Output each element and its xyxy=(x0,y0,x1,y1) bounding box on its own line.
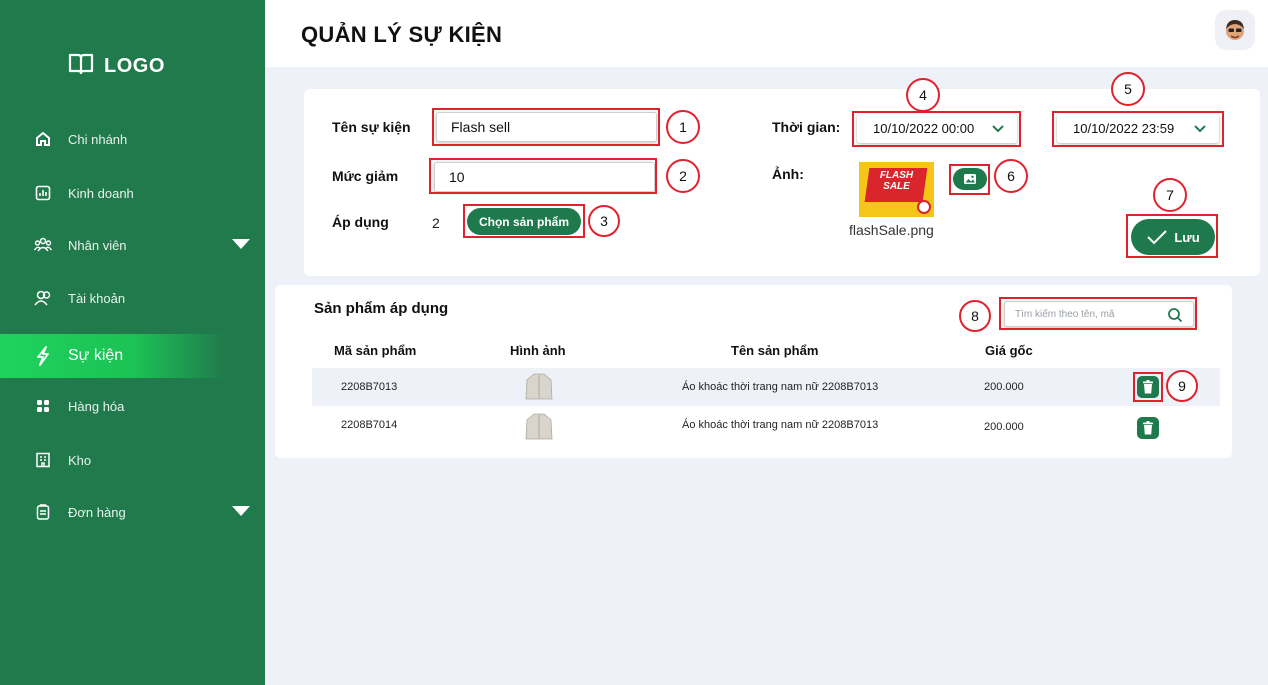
annotation-badge: 8 xyxy=(959,300,991,332)
sidebar-item-hang-hoa[interactable]: Hàng hóa xyxy=(0,386,265,426)
product-code: 2208B7014 xyxy=(341,419,398,431)
sidebar-item-label: Tài khoản xyxy=(68,290,126,306)
annotation-badge: 7 xyxy=(1153,178,1187,212)
account-icon xyxy=(34,289,52,307)
annotation-box xyxy=(999,297,1197,330)
grid-icon xyxy=(34,397,52,415)
product-price: 200.000 xyxy=(984,421,1024,433)
apply-label: Áp dụng xyxy=(332,214,389,230)
caret-down-icon[interactable] xyxy=(232,239,250,249)
sidebar-item-label: Kinh doanh xyxy=(68,185,134,201)
trash-icon xyxy=(1143,421,1153,435)
delete-button[interactable] xyxy=(1137,417,1159,439)
annotation-badge: 2 xyxy=(666,159,700,193)
image-filename: flashSale.png xyxy=(849,222,934,238)
annotation-box xyxy=(852,111,1021,147)
clipboard-icon xyxy=(34,503,52,521)
logo[interactable]: LOGO xyxy=(68,52,165,81)
sidebar-item-kho[interactable]: Kho xyxy=(0,440,265,480)
event-name-label: Tên sự kiện xyxy=(332,119,411,135)
time-label: Thời gian: xyxy=(772,119,841,135)
home-icon xyxy=(34,130,52,148)
product-thumbnail xyxy=(525,413,553,440)
building-icon xyxy=(34,451,52,469)
users-icon xyxy=(34,236,52,254)
annotation-box xyxy=(1126,214,1218,258)
column-header: Mã sản phẩm xyxy=(334,343,417,358)
sidebar-item-tai-khoan[interactable]: Tài khoản xyxy=(0,278,265,318)
avatar[interactable] xyxy=(1215,10,1255,50)
discount-label: Mức giảm xyxy=(332,168,399,184)
image-label: Ảnh: xyxy=(772,166,804,182)
sidebar-item-label: Chi nhánh xyxy=(68,131,128,147)
column-header: Giá gốc xyxy=(985,343,1033,358)
sidebar: LOGO Chi nhánh Kinh doanh Nhân viên Tài … xyxy=(0,0,265,685)
apply-count: 2 xyxy=(432,215,440,231)
logo-text: LOGO xyxy=(104,55,165,77)
flash-sale-image: FLASH SALE xyxy=(859,162,934,217)
sidebar-item-label: Kho xyxy=(68,452,92,468)
annotation-box xyxy=(463,204,585,238)
annotation-box xyxy=(1133,372,1163,402)
sidebar-item-label: Đơn hàng xyxy=(68,504,126,520)
sidebar-item-don-hang[interactable]: Đơn hàng xyxy=(0,492,265,532)
sidebar-item-su-kien[interactable]: Sự kiện xyxy=(0,334,225,378)
annotation-box xyxy=(429,158,657,194)
sidebar-item-label: Hàng hóa xyxy=(68,398,125,414)
product-name: Áo khoác thời trang nam nữ 2208B7013 xyxy=(682,419,879,431)
top-bar: QUẢN LÝ SỰ KIỆN xyxy=(265,0,1268,67)
annotation-box xyxy=(949,164,990,195)
product-code: 2208B7013 xyxy=(341,381,398,393)
annotation-badge: 5 xyxy=(1111,72,1145,106)
image-text: FLASH SALE xyxy=(879,170,914,192)
annotation-badge: 9 xyxy=(1166,370,1198,402)
product-name: Áo khoác thời trang nam nữ 2208B7013 xyxy=(682,381,879,393)
column-header: Tên sản phẩm xyxy=(731,343,819,358)
chart-icon xyxy=(34,184,52,202)
annotation-badge: 1 xyxy=(666,110,700,144)
book-icon xyxy=(68,52,94,81)
column-header: Hình ảnh xyxy=(510,343,566,358)
sidebar-item-label: Nhân viên xyxy=(68,237,127,253)
products-title: Sản phẩm áp dụng xyxy=(314,300,449,317)
sidebar-item-nhan-vien[interactable]: Nhân viên xyxy=(0,225,265,265)
annotation-badge: 4 xyxy=(906,78,940,112)
avatar-icon xyxy=(1226,20,1244,40)
product-thumbnail xyxy=(525,373,553,400)
lightning-icon xyxy=(34,346,52,366)
annotation-box xyxy=(432,108,660,146)
sidebar-item-label: Sự kiện xyxy=(68,347,124,364)
page-title: QUẢN LÝ SỰ KIỆN xyxy=(301,22,503,47)
product-price: 200.000 xyxy=(984,381,1024,393)
annotation-box xyxy=(1052,111,1224,147)
caret-down-icon[interactable] xyxy=(232,506,250,516)
sidebar-item-kinh-doanh[interactable]: Kinh doanh xyxy=(0,173,265,213)
annotation-badge: 6 xyxy=(994,159,1028,193)
sidebar-item-chi-nhanh[interactable]: Chi nhánh xyxy=(0,119,265,159)
annotation-badge: 3 xyxy=(588,205,620,237)
